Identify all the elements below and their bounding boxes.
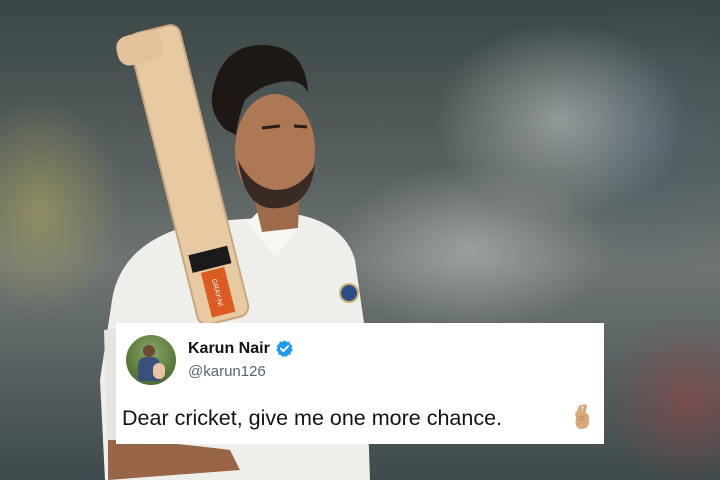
shirt-badge — [339, 283, 359, 303]
author-name[interactable]: Karun Nair — [188, 340, 270, 358]
author-handle[interactable]: @karun126 — [188, 363, 266, 380]
tweet-author-row: Karun Nair — [188, 339, 294, 358]
crossed-fingers-icon — [575, 404, 589, 429]
tweet-card: Karun Nair @karun126 Dear cricket, give … — [116, 323, 604, 444]
tweet-text: Dear cricket, give me one more chance. — [122, 406, 502, 430]
avatar[interactable] — [126, 335, 176, 385]
verified-badge-icon — [275, 340, 293, 358]
